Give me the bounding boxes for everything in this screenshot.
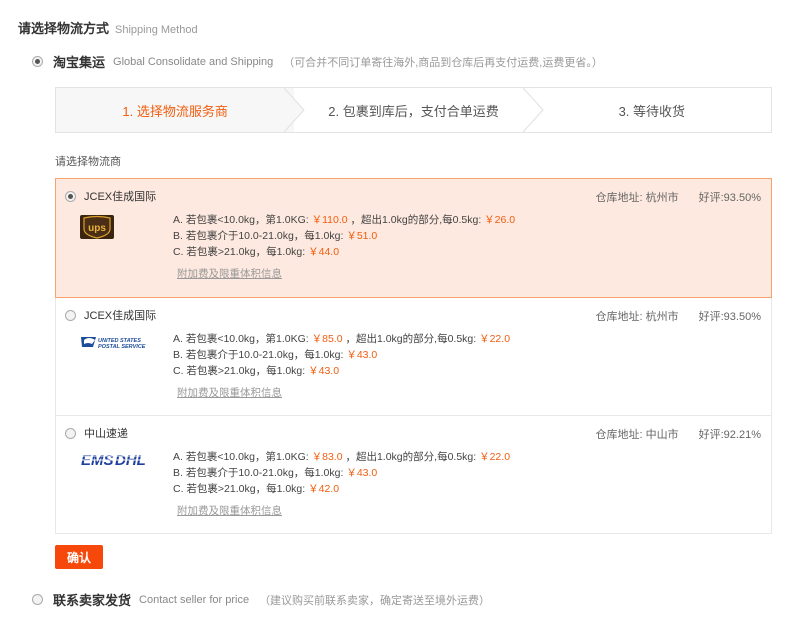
carrier-option-jcex-ups[interactable]: JCEX佳成国际 仓库地址: 杭州市 好评:93.50% ups A. 若包裹<1…: [55, 178, 772, 298]
rate-line: C. 若包裹>21.0kg，每1.0kg: ￥43.0: [173, 363, 510, 379]
warehouse-address: 仓库地址: 中山市: [595, 429, 679, 441]
carrier-radio[interactable]: [65, 427, 76, 439]
rate-line: B. 若包裹介于10.0-21.0kg，每1.0kg: ￥43.0: [173, 347, 510, 363]
step-3: 3. 等待收货: [533, 88, 771, 132]
method-option-consolidate[interactable]: 淘宝集运 Global Consolidate and Shipping （可合…: [32, 52, 603, 71]
carrier-option-jcex-usps[interactable]: JCEX佳成国际 仓库地址: 杭州市 好评:93.50% UNITED STATE…: [55, 298, 772, 416]
carrier-rating: 好评:93.50%: [698, 192, 761, 204]
step-2-label: 2. 包裹到库后，支付合单运费: [328, 103, 499, 119]
rate-price: ￥43.0: [308, 365, 340, 377]
carrier-name: JCEX佳成国际: [84, 191, 157, 203]
usps-logo-line2: POSTAL SERVICE: [98, 344, 146, 350]
rate-text: A. 若包裹<10.0kg，第1.0KG:: [173, 333, 312, 345]
rate-text: B. 若包裹介于10.0-21.0kg，每1.0kg:: [173, 467, 347, 479]
method-name-en: Global Consolidate and Shipping: [113, 55, 274, 68]
method-note: （建议购买前联系卖家，确定寄送至境外运费）: [259, 594, 491, 607]
warehouse-address: 仓库地址: 杭州市: [595, 311, 679, 323]
step-2: 2. 包裹到库后，支付合单运费: [294, 88, 532, 132]
rate-text: ，超出1.0kg的部分,每0.5kg:: [347, 214, 485, 226]
method-name: 联系卖家发货: [53, 593, 132, 608]
rate-line: C. 若包裹>21.0kg，每1.0kg: ￥42.0: [173, 481, 510, 497]
carrier-radio[interactable]: [65, 190, 76, 202]
rate-line: C. 若包裹>21.0kg，每1.0kg: ￥44.0: [173, 244, 515, 260]
rate-line: B. 若包裹介于10.0-21.0kg，每1.0kg: ￥43.0: [173, 465, 510, 481]
carrier-head: 中山速递: [65, 425, 128, 441]
carrier-meta: 仓库地址: 杭州市 好评:93.50%: [596, 308, 762, 324]
rate-line: A. 若包裹<10.0kg，第1.0KG: ￥110.0 ，超出1.0kg的部分…: [173, 212, 515, 228]
rate-text: ，超出1.0kg的部分,每0.5kg:: [342, 333, 480, 345]
rate-text: A. 若包裹<10.0kg，第1.0KG:: [173, 451, 312, 463]
carrier-meta: 仓库地址: 中山市 好评:92.21%: [596, 426, 762, 442]
rate-text: ，超出1.0kg的部分,每0.5kg:: [342, 451, 480, 463]
section-title: 请选择物流方式 Shipping Method: [18, 18, 198, 37]
step-1: 1. 选择物流服务商: [56, 88, 295, 132]
method-option-contact-seller[interactable]: 联系卖家发货 Contact seller for price （建议购买前联系…: [32, 590, 490, 609]
section-title-en: Shipping Method: [115, 24, 198, 36]
ems-dhl-logo-icon: EMS DHL: [80, 449, 148, 472]
progress-steps: 1. 选择物流服务商 2. 包裹到库后，支付合单运费 3. 等待收货: [55, 87, 772, 133]
method-note: （可合并不同订单寄往海外,商品到仓库后再支付运费,运费更省。）: [283, 56, 603, 69]
carrier-meta: 仓库地址: 杭州市 好评:93.50%: [596, 189, 762, 205]
rate-list: A. 若包裹<10.0kg，第1.0KG: ￥110.0 ，超出1.0kg的部分…: [173, 212, 515, 260]
rate-price: ￥44.0: [308, 246, 340, 258]
confirm-button[interactable]: 确认: [55, 545, 103, 569]
carrier-head: JCEX佳成国际: [65, 188, 156, 204]
rate-list: A. 若包裹<10.0kg，第1.0KG: ￥85.0 ，超出1.0kg的部分,…: [173, 331, 510, 379]
method-name: 淘宝集运: [53, 55, 106, 70]
rate-line: B. 若包裹介于10.0-21.0kg，每1.0kg: ￥51.0: [173, 228, 515, 244]
carrier-list-label: 请选择物流商: [55, 156, 121, 168]
rate-price: ￥51.0: [346, 230, 378, 242]
rate-price: ￥110.0: [311, 214, 348, 226]
surcharge-info-link[interactable]: 附加费及限重体积信息: [177, 503, 282, 518]
carrier-name: 中山速递: [84, 428, 128, 440]
rate-text: C. 若包裹>21.0kg，每1.0kg:: [173, 365, 309, 377]
method-radio-consolidate[interactable]: [32, 56, 43, 67]
carrier-rating: 好评:92.21%: [698, 429, 761, 441]
rate-text: A. 若包裹<10.0kg，第1.0KG:: [173, 214, 312, 226]
rate-price: ￥42.0: [308, 483, 340, 495]
rate-text: B. 若包裹介于10.0-21.0kg，每1.0kg:: [173, 349, 347, 361]
rate-price: ￥43.0: [346, 467, 378, 479]
warehouse-address: 仓库地址: 杭州市: [595, 192, 679, 204]
surcharge-info-link[interactable]: 附加费及限重体积信息: [177, 266, 282, 281]
step-3-label: 3. 等待收货: [618, 103, 686, 119]
rate-line: A. 若包裹<10.0kg，第1.0KG: ￥83.0 ，超出1.0kg的部分,…: [173, 449, 510, 465]
rate-text: C. 若包裹>21.0kg，每1.0kg:: [173, 246, 309, 258]
rate-price: ￥22.0: [479, 451, 511, 463]
step-separator-icon: [284, 88, 305, 132]
carrier-option-zhongshan[interactable]: 中山速递 仓库地址: 中山市 好评:92.21% EMS DHL A. 若包裹<1…: [55, 416, 772, 534]
rate-price: ￥43.0: [346, 349, 378, 361]
step-1-label: 1. 选择物流服务商: [122, 103, 228, 119]
carrier-list: JCEX佳成国际 仓库地址: 杭州市 好评:93.50% ups A. 若包裹<1…: [55, 178, 772, 534]
method-name-en: Contact seller for price: [139, 593, 250, 606]
carrier-rating: 好评:93.50%: [698, 311, 761, 323]
rate-price: ￥85.0: [311, 333, 343, 345]
rate-price: ￥26.0: [484, 214, 516, 226]
step-separator-icon: [523, 88, 544, 132]
method-radio-contact-seller[interactable]: [32, 594, 43, 605]
carrier-name: JCEX佳成国际: [84, 310, 157, 322]
rate-price: ￥83.0: [311, 451, 343, 463]
usps-logo-icon: UNITED STATES POSTAL SERVICE: [80, 334, 148, 353]
rate-list: A. 若包裹<10.0kg，第1.0KG: ￥83.0 ，超出1.0kg的部分,…: [173, 449, 510, 497]
surcharge-info-link[interactable]: 附加费及限重体积信息: [177, 385, 282, 400]
rate-price: ￥22.0: [479, 333, 511, 345]
rate-text: B. 若包裹介于10.0-21.0kg，每1.0kg:: [173, 230, 347, 242]
carrier-head: JCEX佳成国际: [65, 307, 156, 323]
rate-line: A. 若包裹<10.0kg，第1.0KG: ￥85.0 ，超出1.0kg的部分,…: [173, 331, 510, 347]
section-title-text: 请选择物流方式: [18, 21, 110, 36]
svg-text:ups: ups: [88, 223, 106, 234]
ups-logo-icon: ups: [80, 215, 114, 242]
rate-text: C. 若包裹>21.0kg，每1.0kg:: [173, 483, 309, 495]
carrier-radio[interactable]: [65, 309, 76, 321]
